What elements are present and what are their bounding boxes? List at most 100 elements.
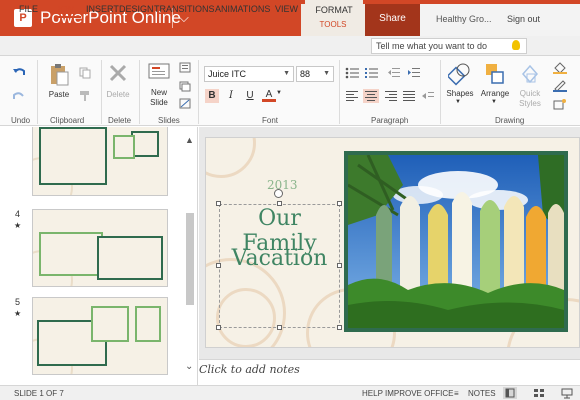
shapes-icon[interactable] [448,62,472,86]
format-painter-icon[interactable] [79,90,91,102]
align-center-icon[interactable] [363,89,379,103]
slide-thumbnail-4[interactable] [32,209,168,287]
bullets-icon[interactable] [345,67,359,79]
notes-toggle-icon[interactable]: ≡ [454,389,459,398]
thumbnail-scrollbar[interactable]: ▲ [184,127,196,385]
lightbulb-icon [512,40,520,50]
arrange-icon[interactable] [484,62,506,86]
delete-icon[interactable] [108,63,128,83]
share-button[interactable]: Share [365,4,420,36]
copy-icon[interactable] [79,67,91,79]
quick-styles-icon[interactable] [519,62,541,86]
font-color-button[interactable]: A [262,88,276,102]
tab-insert[interactable]: INSERT [86,4,119,14]
paragraph-group-label: Paragraph [371,116,409,125]
rotate-handle-icon[interactable] [274,189,283,198]
clipboard-group-label: Clipboard [50,116,85,125]
shape-fill-icon[interactable] [553,62,567,74]
surfboards-image [348,155,564,328]
tab-transitions[interactable]: TRANSITIONS [154,4,215,14]
shape-effects-icon[interactable] [553,98,567,110]
quick-styles-label-2[interactable]: Styles [513,99,547,108]
decorative-swirl [206,138,256,178]
new-slide-icon[interactable] [148,62,170,80]
year-text[interactable]: 2013 [267,178,298,192]
slide-count: SLIDE 1 OF 7 [14,389,64,398]
delete-group-label: Delete [108,116,132,125]
tell-me-search[interactable]: Tell me what you want to do [371,38,527,54]
sign-out-link[interactable]: Sign out [507,14,540,24]
photo-frame [91,306,129,342]
photo-frame [131,131,159,157]
resize-handle[interactable] [277,325,282,330]
reading-view-icon[interactable] [560,387,574,399]
chevron-down-icon[interactable]: ▼ [491,99,497,105]
delete-label[interactable]: Delete [102,90,134,99]
undo-icon[interactable] [12,66,26,78]
drawing-group-label: Drawing [495,116,525,125]
tab-home[interactable]: HOME [54,4,81,18]
separator [440,60,441,124]
scrollbar-thumb[interactable] [186,213,194,305]
photo-frame [39,232,103,276]
layout-icon[interactable] [179,62,191,74]
font-name-select[interactable]: Juice ITC ▼ [204,66,294,82]
font-group-label: Font [262,116,279,125]
tab-format[interactable]: FORMAT [305,0,363,20]
status-bar: SLIDE 1 OF 7 HELP IMPROVE OFFICE ≡ NOTES [0,385,580,400]
redo-icon[interactable] [12,90,26,102]
shape-outline-icon[interactable] [553,80,567,92]
transition-icon: ★ [14,309,22,318]
slide-thumbnail-3[interactable] [32,127,168,196]
document-name[interactable]: Healthy Gro... [436,14,492,24]
hide-slide-icon[interactable] [179,98,191,110]
underline-button[interactable]: U [243,89,257,103]
font-color-dropdown-icon[interactable]: ▼ [276,90,282,96]
chevron-down-icon: ▼ [283,70,290,77]
help-improve-office[interactable]: HELP IMPROVE OFFICE [362,389,453,398]
shapes-label[interactable]: Shapes [442,89,478,98]
align-right-icon[interactable] [385,91,397,101]
resize-handle[interactable] [337,325,342,330]
arrange-label[interactable]: Arrange [477,89,513,98]
align-left-icon[interactable] [346,91,358,101]
new-slide-label-1[interactable]: New [144,88,174,97]
slide-sorter-icon[interactable] [532,387,546,399]
slide-number: 5 [15,297,21,307]
paste-label[interactable]: Paste [44,90,74,99]
numbering-icon[interactable] [364,67,378,79]
new-slide-label-2[interactable]: Slide [144,98,174,107]
separator [198,60,199,124]
slide-title-line-2[interactable]: Vacation [221,246,338,271]
italic-button[interactable]: I [224,89,238,103]
scroll-down-icon[interactable]: ⌄ [185,361,193,372]
chevron-down-icon: ▼ [323,70,330,77]
separator [37,60,38,124]
notes-toggle[interactable]: NOTES [468,389,496,398]
scroll-up-icon[interactable]: ▲ [185,135,194,145]
resize-handle[interactable] [216,325,221,330]
tab-animations[interactable]: ANIMATIONS [215,4,270,14]
increase-indent-icon[interactable] [408,67,420,79]
duplicate-slide-icon[interactable] [179,81,191,93]
paste-icon[interactable] [49,62,69,86]
surfboards-photo[interactable] [344,151,568,332]
tab-view[interactable]: VIEW [275,4,298,14]
tab-file[interactable]: FILE [19,4,38,14]
font-size-select[interactable]: 88 ▼ [296,66,334,82]
photo-frame [135,306,161,342]
decrease-indent-icon[interactable] [388,67,400,79]
chevron-down-icon[interactable]: ▼ [455,99,461,105]
rtl-icon[interactable] [422,91,434,101]
slide-number: 4 [15,209,21,219]
font-name-value: Juice ITC [208,69,247,79]
normal-view-icon[interactable] [503,387,517,399]
bold-button[interactable]: B [205,89,219,103]
notes-placeholder[interactable]: Click to add notes [199,363,300,376]
quick-styles-label-1[interactable]: Quick [513,89,547,98]
photo-frame [39,127,107,185]
tab-design[interactable]: DESIGN [119,4,154,14]
photo-frame [97,236,163,280]
slide-thumbnail-5[interactable] [32,297,168,375]
justify-icon[interactable] [403,91,415,101]
